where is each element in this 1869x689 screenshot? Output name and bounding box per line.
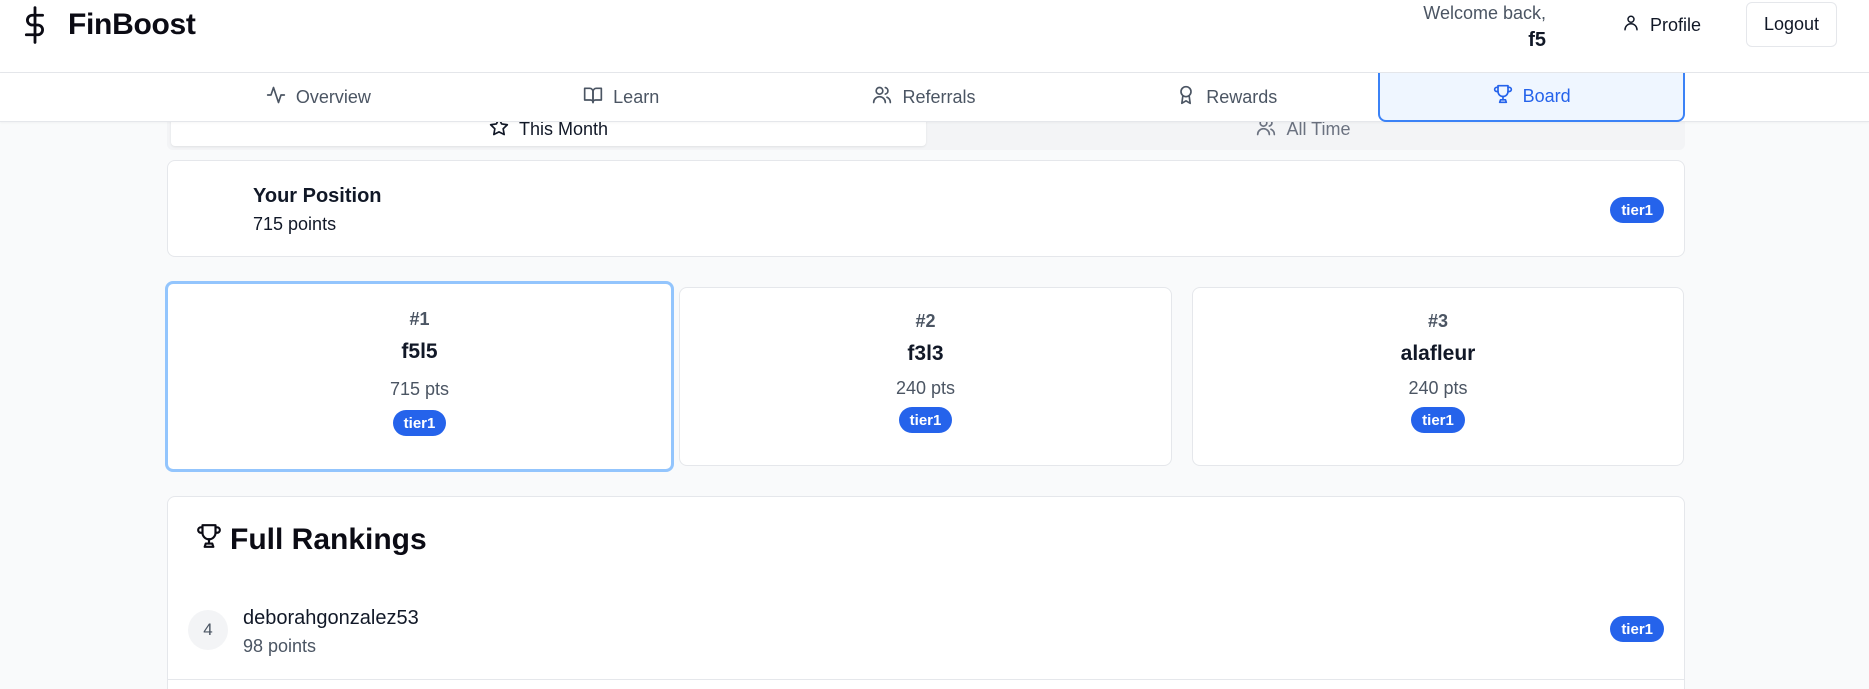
podium-card-third[interactable]: #3 alafleur 240 pts tier1 xyxy=(1192,287,1684,466)
book-icon xyxy=(583,85,603,110)
tab-overview[interactable]: Overview xyxy=(167,73,470,122)
rankings-heading: Full Rankings xyxy=(196,523,427,557)
podium-card-second[interactable]: #2 f3l3 240 pts tier1 xyxy=(679,287,1172,466)
tab-label: Rewards xyxy=(1206,87,1278,107)
trophy-icon xyxy=(196,523,222,557)
podium-rank: #1 xyxy=(409,309,430,329)
profile-label: Profile xyxy=(1650,14,1702,35)
logout-button[interactable]: Logout xyxy=(1746,2,1837,47)
ranking-row[interactable]: 4 deborahgonzalez53 98 points tier1 xyxy=(168,591,1684,680)
tab-label: Referrals xyxy=(902,87,976,107)
podium-rank: #3 xyxy=(1427,311,1449,331)
tier-badge: tier1 xyxy=(898,407,953,433)
tab-label: Overview xyxy=(295,87,371,107)
trophy-icon xyxy=(1493,84,1513,109)
your-position-card: Your Position 715 points tier1 xyxy=(167,160,1685,257)
app-header: FinBoost Welcome back, f5 Profile Logout xyxy=(0,0,1869,73)
podium-points: 240 pts xyxy=(895,378,956,398)
podium-points: 240 pts xyxy=(1408,378,1468,398)
ranking-username: deborahgonzalez53 xyxy=(243,607,419,629)
nav-tabs: Overview Learn Referrals Rewards Board xyxy=(167,73,1685,122)
rank-number: 4 xyxy=(188,610,228,650)
users-icon xyxy=(872,85,892,110)
podium-username: f5l5 xyxy=(401,340,438,363)
podium-username: alafleur xyxy=(1400,342,1476,365)
tab-referrals[interactable]: Referrals xyxy=(773,73,1076,122)
user-icon xyxy=(1622,14,1640,37)
podium-points: 715 pts xyxy=(389,379,450,399)
dollar-icon xyxy=(20,4,50,46)
welcome-message: Welcome back, f5 xyxy=(1423,0,1546,54)
position-title: Your Position xyxy=(253,185,382,207)
position-points: 715 points xyxy=(253,214,337,234)
activity-icon xyxy=(266,85,286,110)
welcome-label: Welcome back, xyxy=(1423,3,1546,23)
main-nav: Overview Learn Referrals Rewards Board xyxy=(0,73,1869,122)
award-icon xyxy=(1176,85,1196,110)
tab-label: Learn xyxy=(613,87,660,107)
podium-card-first[interactable]: #1 f5l5 715 pts tier1 xyxy=(165,281,674,472)
tab-board[interactable]: Board xyxy=(1378,73,1685,122)
app-name: FinBoost xyxy=(68,8,196,41)
tab-label: Board xyxy=(1522,86,1571,106)
app-logo[interactable]: FinBoost xyxy=(20,4,196,46)
podium-username: f3l3 xyxy=(907,342,944,365)
podium-rank: #2 xyxy=(915,311,936,331)
ranking-points: 98 points xyxy=(243,636,317,656)
tier-badge: tier1 xyxy=(1411,407,1465,433)
tab-learn[interactable]: Learn xyxy=(470,73,773,122)
tier-badge: tier1 xyxy=(1610,197,1664,223)
welcome-username: f5 xyxy=(1528,29,1546,51)
tier-badge: tier1 xyxy=(1610,616,1664,642)
profile-button[interactable]: Profile xyxy=(1610,6,1713,44)
rankings-title: Full Rankings xyxy=(230,523,427,556)
full-rankings-card: Full Rankings 4 deborahgonzalez53 98 poi… xyxy=(167,496,1685,689)
tier-badge: tier1 xyxy=(392,410,447,436)
tab-rewards[interactable]: Rewards xyxy=(1075,73,1378,122)
